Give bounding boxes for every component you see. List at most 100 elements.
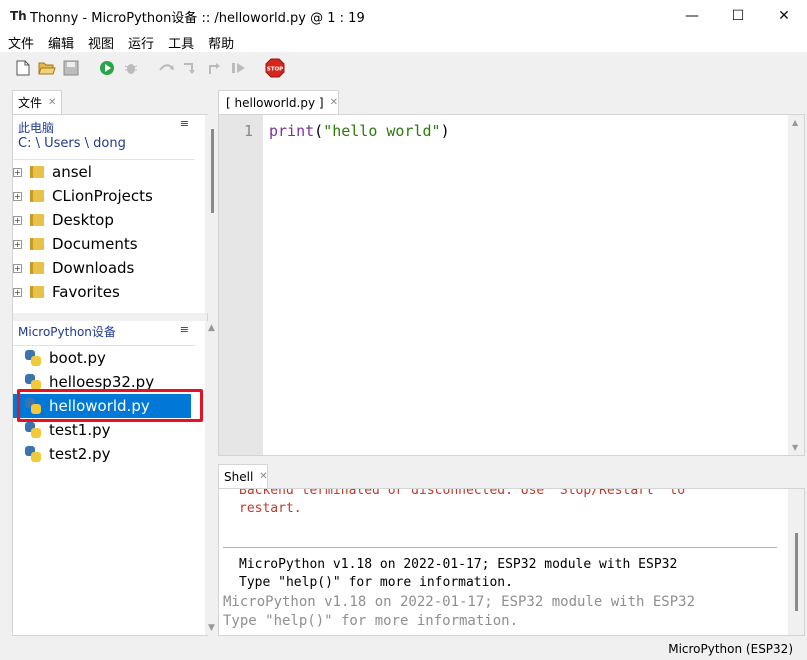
menu-tools[interactable]: 工具: [160, 33, 200, 52]
step-into-icon: [184, 63, 195, 74]
expand-icon[interactable]: +: [13, 239, 22, 249]
computer-scrollbar[interactable]: [205, 115, 219, 313]
toolbar: STOP: [0, 52, 807, 84]
editor-tab-label: [ helloworld.py ]: [226, 95, 324, 110]
new-file-icon: [16, 60, 30, 76]
tab-files-label: 文件: [18, 96, 43, 110]
python-file-icon: [25, 446, 41, 462]
shell-error-line: restart.: [239, 501, 302, 516]
tree-folder[interactable]: + CLionProjects: [13, 184, 195, 208]
shell-error-line: Backend terminated or disconnected. Use …: [239, 488, 686, 498]
shell-tab-label: Shell: [224, 469, 254, 484]
shell-output-line: Type "help()" for more information.: [239, 575, 513, 590]
code-line[interactable]: print("hello world"): [269, 122, 450, 140]
menu-bar: 文件 编辑 视图 运行 工具 帮助: [0, 32, 807, 52]
close-button[interactable]: ✕: [761, 0, 807, 32]
close-icon[interactable]: ✕: [48, 97, 56, 108]
maximize-button[interactable]: ☐: [715, 0, 761, 32]
shell-output-line-faded: MicroPython v1.18 on 2022-01-17; ESP32 m…: [223, 594, 696, 610]
tree-folder[interactable]: + ansel: [13, 160, 195, 184]
minimize-button[interactable]: —: [669, 0, 715, 32]
device-file[interactable]: boot.py: [13, 346, 195, 370]
window-controls: — ☐ ✕: [669, 0, 807, 32]
folder-open-icon: [38, 62, 56, 75]
code-paren-open: (: [314, 122, 324, 140]
code-keyword: print: [269, 122, 315, 140]
tab-files[interactable]: 文件 ✕: [12, 90, 62, 114]
debug-button[interactable]: [120, 57, 142, 79]
tree-folder[interactable]: + Desktop: [13, 208, 195, 232]
resume-button[interactable]: [228, 57, 250, 79]
tab-helloworld[interactable]: [ helloworld.py ] ✕: [218, 90, 339, 114]
step-over-button[interactable]: [156, 57, 178, 79]
menu-file[interactable]: 文件: [0, 33, 40, 52]
scroll-up-icon[interactable]: ▲: [792, 118, 798, 127]
expand-icon[interactable]: +: [13, 287, 22, 297]
stop-icon: STOP: [265, 58, 285, 78]
selection-highlight-box: [17, 389, 203, 422]
bug-icon: [124, 64, 138, 74]
new-file-button[interactable]: [12, 57, 34, 79]
device-file[interactable]: test2.py: [13, 442, 195, 466]
resume-icon: [232, 63, 245, 73]
python-file-icon: [25, 422, 41, 438]
stop-button[interactable]: STOP: [264, 57, 286, 79]
tree-folder[interactable]: + Documents: [13, 232, 195, 256]
shell-console[interactable]: Backend terminated or disconnected. Use …: [218, 488, 805, 636]
expand-icon[interactable]: +: [13, 263, 22, 273]
menu-run[interactable]: 运行: [120, 33, 160, 52]
folder-icon: [30, 214, 44, 226]
tree-folder[interactable]: + Downloads: [13, 256, 195, 280]
expand-icon[interactable]: +: [13, 215, 22, 225]
device-title[interactable]: MicroPython设备: [18, 323, 195, 340]
computer-path[interactable]: C: \ Users \ dong: [18, 136, 195, 151]
save-file-button[interactable]: [60, 57, 82, 79]
scroll-down-icon[interactable]: ▼: [208, 623, 215, 633]
code-paren-close: ): [440, 122, 450, 140]
run-icon: [100, 61, 114, 75]
folder-icon: [30, 286, 44, 298]
status-bar: MicroPython (ESP32): [0, 637, 807, 660]
folder-icon: [30, 166, 44, 178]
step-over-icon: [159, 64, 174, 71]
device-scrollbar[interactable]: ▲ ▼: [205, 321, 219, 635]
python-file-icon: [25, 350, 41, 366]
menu-help[interactable]: 帮助: [200, 33, 240, 52]
computer-menu-icon[interactable]: ≡: [180, 117, 189, 130]
window-title: Thonny - MicroPython设备 :: /helloworld.py…: [30, 10, 365, 26]
run-button[interactable]: [96, 57, 118, 79]
python-file-icon: [25, 374, 41, 390]
menu-edit[interactable]: 编辑: [40, 33, 80, 52]
shell-scrollbar[interactable]: [788, 489, 804, 635]
title-bar: Th Thonny - MicroPython设备 :: /helloworld…: [0, 0, 807, 32]
open-file-button[interactable]: [36, 57, 58, 79]
step-out-icon: [209, 63, 220, 74]
tab-shell[interactable]: Shell ✕: [218, 464, 268, 488]
line-number-gutter: 1: [219, 115, 263, 455]
step-out-button[interactable]: [204, 57, 226, 79]
code-editor[interactable]: 1 print("hello world") ▲ ▼: [218, 114, 805, 456]
expand-icon[interactable]: +: [13, 167, 22, 177]
expand-icon[interactable]: +: [13, 191, 22, 201]
interpreter-status[interactable]: MicroPython (ESP32): [668, 642, 793, 656]
svg-text:STOP: STOP: [267, 67, 283, 73]
folder-icon: [30, 190, 44, 202]
close-icon[interactable]: ✕: [330, 97, 338, 108]
tree-folder[interactable]: + Favorites: [13, 280, 195, 304]
save-icon: [63, 60, 79, 76]
device-location-header: MicroPython设备: [13, 323, 195, 340]
shell-output-line-faded: Type "help()" for more information.: [223, 613, 519, 629]
step-into-button[interactable]: [180, 57, 202, 79]
editor-scrollbar[interactable]: ▲ ▼: [788, 115, 804, 455]
folder-icon: [30, 262, 44, 274]
scroll-up-icon[interactable]: ▲: [208, 323, 215, 333]
shell-output-line: MicroPython v1.18 on 2022-01-17; ESP32 m…: [239, 557, 678, 572]
computer-location-header: 此电脑 C: \ Users \ dong: [13, 119, 195, 151]
line-number: 1: [243, 122, 253, 140]
close-icon[interactable]: ✕: [259, 471, 267, 482]
device-menu-icon[interactable]: ≡: [180, 323, 189, 336]
scroll-down-icon[interactable]: ▼: [792, 443, 798, 452]
code-string: "hello world": [323, 122, 441, 140]
files-panel: 此电脑 C: \ Users \ dong ≡ + ansel + CLionP…: [12, 114, 219, 636]
menu-view[interactable]: 视图: [80, 33, 120, 52]
